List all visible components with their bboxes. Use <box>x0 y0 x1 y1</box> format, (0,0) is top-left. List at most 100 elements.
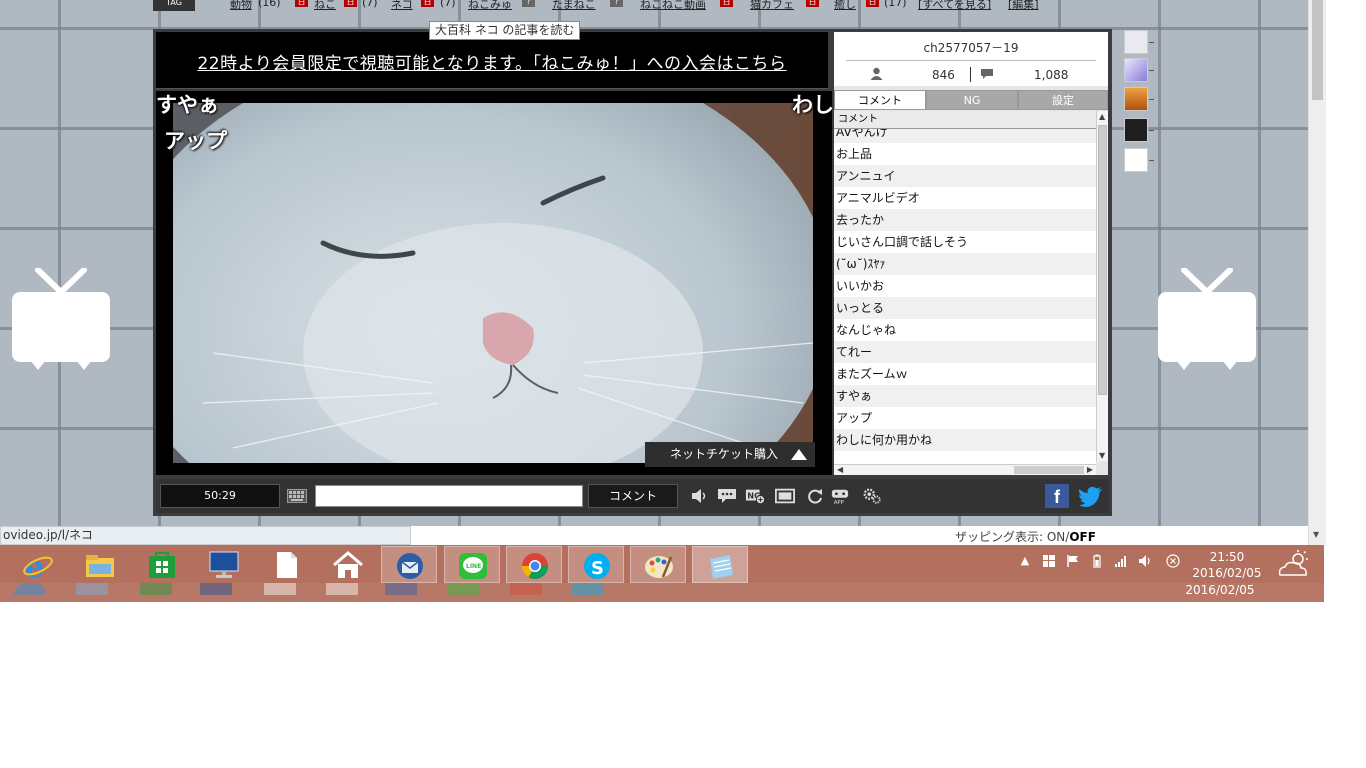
comment-row[interactable]: アニマルビデオ <box>834 187 1096 209</box>
comment-row[interactable]: すやぁ <box>834 385 1096 407</box>
taskbar-skype[interactable]: S <box>568 546 624 583</box>
ng-add-icon[interactable]: NG <box>745 487 765 505</box>
next-channel-tv-icon[interactable] <box>1156 268 1258 372</box>
taskbar-thunderbird[interactable] <box>381 546 437 583</box>
comment-row[interactable]: AVやんけ <box>834 129 1096 143</box>
tag-link[interactable]: ネコ <box>391 0 413 12</box>
scroll-thumb[interactable] <box>1014 466 1084 474</box>
previous-channel-tv-icon[interactable] <box>10 268 112 372</box>
scroll-left-arrow-icon[interactable]: ◀ <box>837 465 843 474</box>
dictionary-icon[interactable]: 百 <box>344 0 357 7</box>
tray-expand-icon[interactable]: ▲ <box>1018 554 1032 568</box>
net-ticket-button[interactable]: ネットチケット購入 <box>645 442 815 467</box>
comment-row[interactable]: (˘ω˘)ｽﾔｧ <box>834 253 1096 275</box>
zapping-off-option[interactable]: OFF <box>1069 530 1096 544</box>
comment-list[interactable]: コメント AVやんけ お上品 アンニュイ アニマルビデオ 去ったか じいさん口調で話しそう… <box>834 111 1096 465</box>
comment-row[interactable]: アップ <box>834 407 1096 429</box>
comment-row[interactable]: なんじゃね <box>834 319 1096 341</box>
taskbar-home[interactable] <box>320 546 376 583</box>
tab-comment[interactable]: コメント <box>834 90 926 110</box>
comment-list-header[interactable]: コメント <box>834 111 1096 129</box>
related-thumbnail[interactable] <box>1124 148 1148 172</box>
tag-link[interactable]: ねこねこ動画 <box>640 0 706 12</box>
volume-icon[interactable] <box>689 487 709 505</box>
edit-tags-link[interactable]: [編集] <box>1008 0 1039 12</box>
taskbar-chrome[interactable] <box>506 546 562 583</box>
zapping-toggle[interactable]: ザッピング表示: ON/OFF <box>955 528 1096 545</box>
battery-icon[interactable] <box>1090 554 1104 568</box>
comment-row[interactable]: お上品 <box>834 143 1096 165</box>
comment-row[interactable]: いいかお <box>834 275 1096 297</box>
settings-gear-icon[interactable] <box>862 487 882 505</box>
windows-flag-icon[interactable] <box>1042 554 1056 568</box>
scroll-right-arrow-icon[interactable]: ▶ <box>1087 465 1093 474</box>
signal-icon[interactable] <box>1114 554 1128 568</box>
related-thumbnail[interactable] <box>1124 58 1148 82</box>
video-frame[interactable] <box>173 103 813 463</box>
close-circle-icon[interactable] <box>1166 554 1180 568</box>
taskbar-line[interactable]: LINE <box>444 546 500 583</box>
comment-list-vertical-scrollbar[interactable]: ▲ ▼ <box>1096 111 1108 461</box>
taskbar-lenovo[interactable] <box>196 546 252 583</box>
tag-link[interactable]: たまねこ <box>552 0 596 12</box>
status-url: ovideo.jp/l/ネコ <box>0 526 411 545</box>
related-thumbnail[interactable] <box>1124 30 1148 54</box>
scroll-up-arrow-icon[interactable]: ▲ <box>1099 112 1105 121</box>
tag-link[interactable]: ねこみゅ <box>468 0 512 12</box>
comment-row[interactable]: じいさん口調で話しそう <box>834 231 1096 253</box>
taskbar-paint[interactable] <box>630 546 686 583</box>
tag-link[interactable]: 動物 <box>230 0 252 12</box>
member-signup-link[interactable]: 22時より会員限定で視聴可能となります。「ねこみゅ！」への入会はこちら <box>156 49 828 74</box>
related-thumbnail[interactable] <box>1124 118 1148 142</box>
twitter-share-icon[interactable] <box>1078 485 1104 507</box>
member-notice-banner[interactable]: 22時より会員限定で視聴可能となります。「ねこみゅ！」への入会はこちら <box>156 32 828 89</box>
tag-link[interactable]: 癒し <box>834 0 856 12</box>
tab-ng[interactable]: NG <box>926 90 1018 110</box>
taskbar-document[interactable] <box>258 546 314 583</box>
dictionary-icon[interactable]: 百 <box>866 0 879 7</box>
comment-row[interactable]: わしに何か用かね <box>834 429 1096 451</box>
comment-row[interactable]: てれー <box>834 341 1096 363</box>
tag-link[interactable]: ねこ <box>314 0 336 12</box>
dictionary-icon[interactable]: 百 <box>806 0 819 7</box>
dictionary-icon[interactable]: 百 <box>421 0 434 7</box>
reload-icon[interactable] <box>805 487 825 505</box>
taskbar-internet-explorer[interactable]: e <box>10 546 66 583</box>
post-comment-button[interactable]: コメント <box>588 484 678 508</box>
scroll-thumb[interactable] <box>1098 125 1107 395</box>
related-thumbnail[interactable] <box>1124 87 1148 111</box>
taskbar-file-explorer[interactable] <box>72 546 128 583</box>
comment-row[interactable]: 去ったか <box>834 209 1096 231</box>
clock-date[interactable]: 2016/02/05 <box>1190 566 1264 580</box>
comment-input[interactable] <box>315 485 583 507</box>
tag-link[interactable]: 猫カフェ <box>750 0 794 12</box>
speaker-icon[interactable] <box>1138 554 1152 568</box>
see-all-tags-link[interactable]: [すべてを見る] <box>918 0 991 12</box>
tag-count: (7) <box>440 0 456 9</box>
comment-row[interactable]: いっとる <box>834 297 1096 319</box>
scroll-thumb[interactable] <box>1312 0 1323 100</box>
clock-time[interactable]: 21:50 <box>1195 550 1259 564</box>
taskbar: e LINE S ▲ 21:50 2016/02/05 2016/02/05 <box>0 545 1324 602</box>
taskbar-notepad[interactable] <box>692 546 748 583</box>
dictionary-icon[interactable]: 百 <box>720 0 733 7</box>
keyboard-icon[interactable] <box>287 489 307 503</box>
tab-settings[interactable]: 設定 <box>1018 90 1108 110</box>
comment-toggle-icon[interactable] <box>717 487 737 505</box>
comment-row[interactable]: またズームｗ <box>834 363 1096 385</box>
video-area[interactable]: すやぁ アップ わし ネットチケット購入 <box>156 91 832 475</box>
browser-scrollbar[interactable]: ▼ <box>1308 0 1326 545</box>
comment-list-horizontal-scrollbar[interactable]: ◀ ▶ <box>834 464 1096 475</box>
action-center-flag-icon[interactable] <box>1066 554 1080 568</box>
facebook-share-icon[interactable]: f <box>1045 484 1069 508</box>
dictionary-icon[interactable]: ? <box>610 0 623 7</box>
weather-cloud-sun-icon[interactable] <box>1276 549 1312 579</box>
app-icon[interactable]: APP <box>830 487 850 505</box>
dictionary-icon[interactable]: ? <box>522 0 535 7</box>
taskbar-windows-store[interactable] <box>134 546 190 583</box>
dictionary-icon[interactable]: 百 <box>295 0 308 7</box>
screen-size-icon[interactable] <box>775 487 795 505</box>
scroll-down-arrow-icon[interactable]: ▼ <box>1099 451 1105 460</box>
comment-row[interactable]: アンニュイ <box>834 165 1096 187</box>
scroll-down-arrow-icon[interactable]: ▼ <box>1313 530 1319 539</box>
